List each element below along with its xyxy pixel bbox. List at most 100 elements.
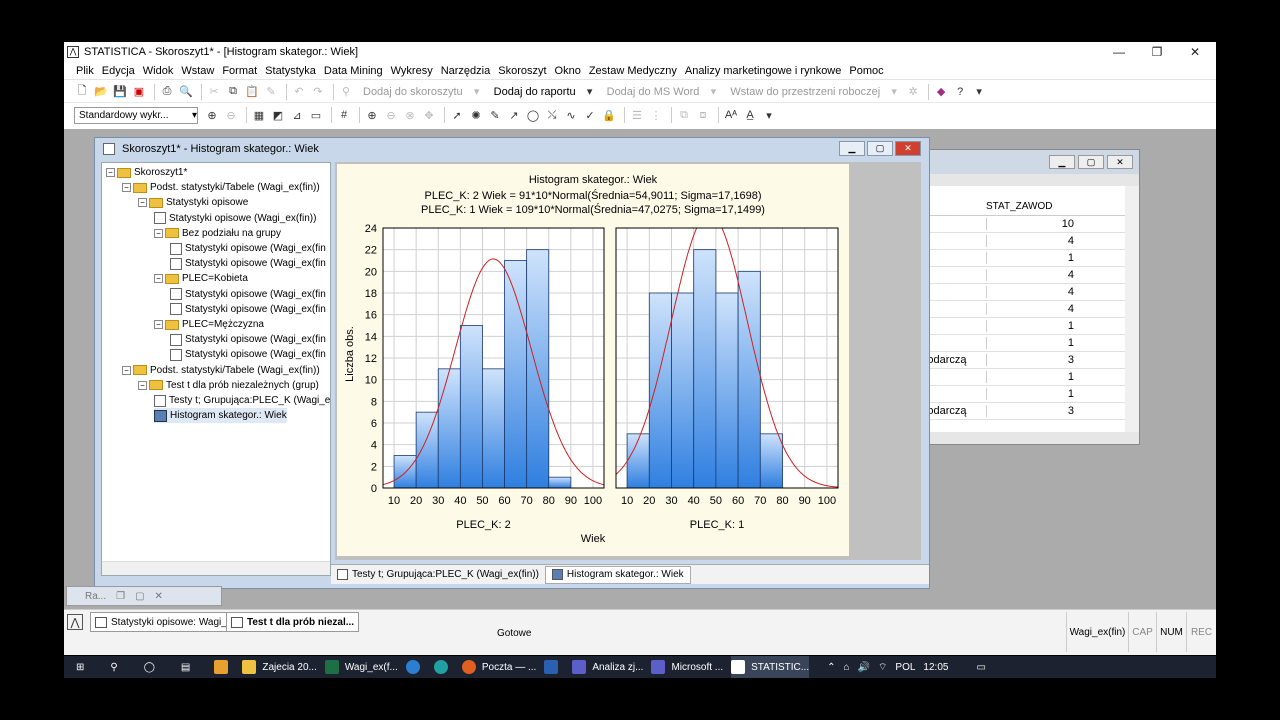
workspace-icon[interactable]: ✲ <box>905 84 921 100</box>
brush-icon[interactable]: ✺ <box>468 107 484 123</box>
row-value[interactable]: 4 <box>986 235 1076 247</box>
collapse-icon[interactable]: − <box>138 380 147 390</box>
tree-item[interactable]: − Skoroszyt1* <box>106 165 187 180</box>
collapse-icon[interactable]: − <box>122 365 131 375</box>
fit-icon[interactable]: ▭ <box>308 107 324 123</box>
collapse-icon[interactable]: − <box>106 168 115 177</box>
tree-item[interactable]: − PLEC=Mężczyzna <box>154 317 264 332</box>
wifi-icon[interactable]: ⌔ <box>878 656 887 678</box>
maximize-icon[interactable]: ▢ <box>135 591 144 602</box>
minimize-button[interactable]: — <box>1100 42 1138 62</box>
tree-item[interactable]: Statystyki opisowe (Wagi_ex(fin <box>170 332 326 347</box>
curve-tool-icon[interactable]: ∿ <box>563 107 579 123</box>
menu-plik[interactable]: Plik <box>76 65 94 77</box>
close-icon[interactable]: ✕ <box>155 591 163 602</box>
network-icon[interactable]: ⌂ <box>844 656 850 678</box>
tree-item[interactable]: − PLEC=Kobieta <box>154 271 248 286</box>
paste-workspace-button[interactable]: Wstaw do przestrzeni roboczej <box>730 86 880 98</box>
restore-button[interactable]: ❐ <box>1138 42 1176 62</box>
tree-item[interactable]: Statystyki opisowe (Wagi_ex(fin <box>170 256 326 271</box>
restore-icon[interactable]: ❐ <box>116 591 125 602</box>
menu-narzedzia[interactable]: Narzędzia <box>441 65 491 77</box>
minimize-button[interactable]: ▁ <box>839 141 865 156</box>
menu-data-mining[interactable]: Data Mining <box>324 65 383 77</box>
new-file-icon[interactable]: 🗋 <box>74 84 90 100</box>
chevron-down-icon[interactable]: ▾ <box>761 107 777 123</box>
tree-item[interactable]: Statystyki opisowe (Wagi_ex(fin <box>170 347 326 362</box>
add-to-report-button[interactable]: Dodaj do raportu <box>494 86 576 98</box>
menu-okno[interactable]: Okno <box>555 65 581 77</box>
taskbar-item-zajecia[interactable]: Zajecia 20... <box>242 656 317 678</box>
collapse-icon[interactable]: − <box>122 183 131 193</box>
chevron-down-icon[interactable]: ▾ <box>886 84 902 100</box>
check-tool-icon[interactable]: ✓ <box>582 107 598 123</box>
media-player-icon[interactable] <box>214 656 234 678</box>
print-preview-icon[interactable]: 🔍 <box>178 84 194 100</box>
menu-statystyka[interactable]: Statystyka <box>265 65 316 77</box>
save-icon[interactable]: 💾 <box>112 84 128 100</box>
workbook-tree[interactable]: Histogram skategor.: Wiek Testy t; Grupuj… <box>101 162 331 576</box>
statistica-app-icon[interactable]: ⋀ <box>67 614 83 630</box>
help-icon[interactable]: ? <box>952 84 968 100</box>
collapse-icon[interactable]: − <box>154 320 163 329</box>
close-button[interactable]: ✕ <box>1176 42 1214 62</box>
menu-wykresy[interactable]: Wykresy <box>391 65 433 77</box>
zoom-area-icon[interactable]: ⊗ <box>402 107 418 123</box>
tree-item[interactable]: − Podst. statystyki/Tabele (Wagi_ex(fin)) <box>122 180 320 195</box>
undo-icon[interactable]: ↶ <box>291 84 307 100</box>
collapse-icon[interactable]: − <box>154 228 163 238</box>
zoom-reset-icon[interactable]: ⊖ <box>383 107 399 123</box>
taskbar-item-analiza[interactable]: Analiza zj... <box>572 656 643 678</box>
cortana-icon[interactable]: ◯ <box>144 656 155 678</box>
format-painter-icon[interactable]: ✎ <box>263 84 279 100</box>
zoom-icon[interactable]: ⊕ <box>204 107 220 123</box>
copy-icon[interactable]: ⧉ <box>225 84 241 100</box>
add-to-ms-word-button[interactable]: Dodaj do MS Word <box>607 86 700 98</box>
taskbar-item-microsoft[interactable]: Microsoft ... <box>651 656 723 678</box>
menu-edycja[interactable]: Edycja <box>102 65 135 77</box>
font-color-icon[interactable]: A̲ <box>742 107 758 123</box>
chevron-down-icon[interactable]: ▾ <box>971 84 987 100</box>
menu-widok[interactable]: Widok <box>143 65 174 77</box>
maximize-button[interactable]: ▢ <box>1078 155 1104 169</box>
row-value[interactable]: 4 <box>986 286 1076 298</box>
row-value[interactable]: 1 <box>986 320 1076 332</box>
chevron-down-icon[interactable]: ▾ <box>469 84 485 100</box>
tree-item[interactable]: − Podst. statystyki/Tabele (Wagi_ex(fin)) <box>122 363 320 378</box>
pan-icon[interactable]: ✥ <box>421 107 437 123</box>
row-value[interactable]: 3 <box>986 405 1076 417</box>
row-value[interactable]: 4 <box>986 269 1076 281</box>
volume-icon[interactable]: 🔊 <box>858 656 870 678</box>
close-button[interactable]: ✕ <box>895 141 921 156</box>
menu-analizy-marketingowe[interactable]: Analizy marketingowe i rynkowe <box>685 65 842 77</box>
tree-item[interactable]: − Bez podziału na grupy <box>154 226 281 241</box>
language-indicator[interactable]: POL <box>895 656 915 678</box>
open-folder-icon[interactable]: 📂 <box>93 84 109 100</box>
menu-pomoc[interactable]: Pomoc <box>849 65 883 77</box>
taskbar-item-poczta[interactable]: Poczta — ... <box>461 656 536 678</box>
tree-item[interactable]: Statystyki opisowe (Wagi_ex(fin <box>170 287 326 302</box>
close-button[interactable]: ✕ <box>1107 155 1133 169</box>
tree-item[interactable]: Statystyki opisowe (Wagi_ex(fin)) <box>154 211 316 226</box>
vertical-scrollbar[interactable] <box>1125 186 1139 432</box>
arrow-tool-icon[interactable]: ⤯ <box>544 107 560 123</box>
window-tab-test-t[interactable]: Test t dla prób niezal... <box>226 612 360 632</box>
workbook-window[interactable]: Skoroszyt1* - Histogram skategor.: Wiek … <box>94 137 930 589</box>
lock-icon[interactable]: 🔒 <box>601 107 617 123</box>
ellipse-tool-icon[interactable]: ◯ <box>525 107 541 123</box>
search-icon[interactable]: ⚲ <box>110 656 117 678</box>
taskbar-item-excel[interactable]: Wagi_ex(f... <box>324 656 398 678</box>
grid-icon[interactable]: # <box>336 107 352 123</box>
print-icon[interactable]: ⎙ <box>159 84 175 100</box>
windows-start-icon[interactable]: ⊞ <box>76 656 84 678</box>
tree-item[interactable]: Histogram skategor.: Wiek <box>154 408 287 424</box>
tree-item[interactable]: Statystyki opisowe (Wagi_ex(fin <box>170 302 326 317</box>
menu-zestaw-medyczny[interactable]: Zestaw Medyczny <box>589 65 677 77</box>
send-back-icon[interactable]: ⧈ <box>695 107 711 123</box>
tree-item[interactable]: Testy t; Grupująca:PLEC_K (Wagi_ex <box>154 393 330 408</box>
tree-item[interactable]: − Test t dla prób niezależnych (grup) <box>138 378 319 393</box>
minimized-window[interactable]: Ra... ❐ ▢ ✕ <box>66 586 222 606</box>
cut-icon[interactable]: ✂ <box>206 84 222 100</box>
edge-icon[interactable] <box>405 656 426 678</box>
graph-type-combo[interactable]: Standardowy wykr... ▾ <box>74 106 198 124</box>
